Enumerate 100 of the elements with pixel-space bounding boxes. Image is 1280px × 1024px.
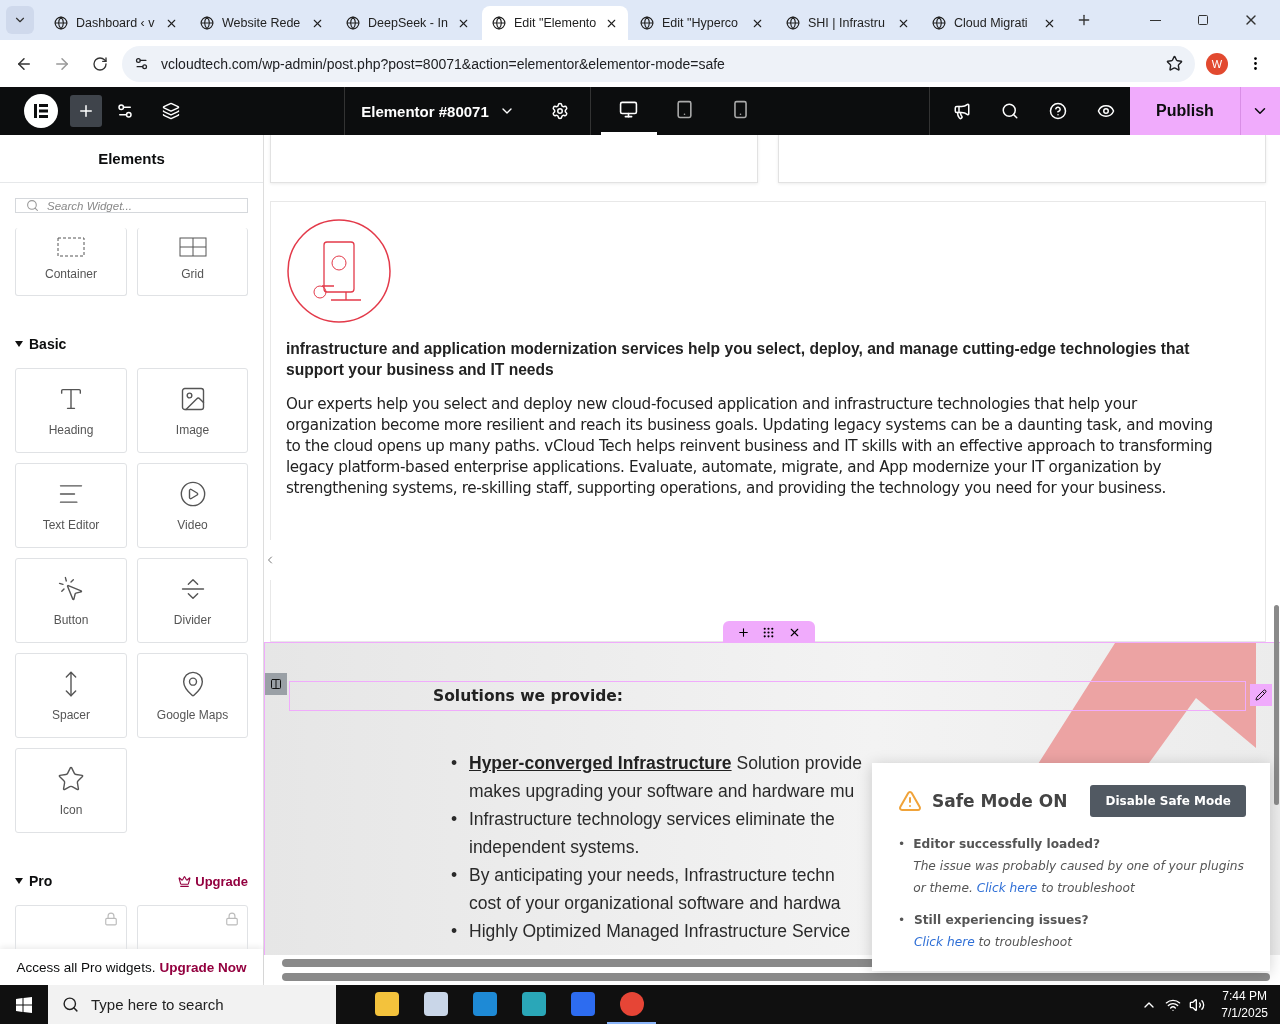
megaphone-icon: [953, 102, 971, 120]
disable-safe-mode-button[interactable]: Disable Safe Mode: [1090, 785, 1246, 817]
app-modernization-icon: [286, 218, 392, 324]
section-handle[interactable]: [723, 621, 815, 643]
plus-icon: [1076, 12, 1092, 28]
section-heading: Solutions we provide:: [433, 687, 624, 705]
button-icon: [57, 574, 85, 603]
widget-card[interactable]: Container: [15, 228, 127, 296]
globe-icon: [640, 16, 654, 30]
section-title: Basic: [29, 336, 67, 352]
lock-icon: [104, 912, 118, 926]
widget-card[interactable]: Button: [15, 558, 127, 643]
columns-icon: [270, 678, 282, 690]
panel-title: Elements: [0, 135, 263, 183]
clock[interactable]: 7:44 PM 7/1/2025: [1221, 987, 1268, 1022]
item-link[interactable]: Hyper-converged Infrastructure: [469, 753, 732, 773]
dialog-explanation: Click here to troubleshoot: [914, 934, 1074, 951]
upgrade-now-link[interactable]: Upgrade Now: [159, 959, 247, 975]
browser-tab[interactable]: Website Rede: [190, 6, 334, 40]
troubleshoot-link[interactable]: Click here: [976, 881, 1038, 895]
dialog-explanation: The issue was probably caused by one of your plugins or theme. Click here to troubleshoot: [913, 858, 1245, 897]
list-item-text: By anticipating your needs, Infrastructure techn cost of your organizational software and hardwa: [469, 864, 841, 915]
horizontal-scrollbar[interactable]: [282, 973, 1270, 981]
browser-tab[interactable]: Edit "Hyperco: [630, 6, 774, 40]
bullet: •: [451, 864, 459, 887]
add-icon[interactable]: [737, 625, 751, 639]
globe-icon: [932, 16, 946, 30]
bullet: •: [898, 913, 906, 929]
section-header[interactable]: Pro Upgrade: [15, 873, 248, 889]
heading-widget[interactable]: Solutions we provide:: [289, 681, 1246, 711]
plus-icon: [77, 102, 95, 120]
layers-icon: [162, 102, 180, 120]
section-header[interactable]: Basic: [15, 336, 248, 352]
search-icon: [62, 996, 79, 1013]
list-item-text: Hyper-converged Infrastructure Solution provide makes upgrading your software and hardware mu: [469, 752, 863, 803]
grid-icon: [178, 237, 207, 257]
list-item-text: Infrastructure technology services eliminate the independent systems.: [469, 808, 835, 859]
card-paragraph: Our experts help you select and deploy new cloud-focused application and infrastructure technologies that help your organization become more resilient and reach its business goals. Updating legacy systems can be a daunting task, and moving to the cloud opens up many paths. vCloud Tech helps reinvent business and IT skills with an effective approach to transforming legacy platform-based enterprise applications. Evaluate, automate, migrate, and App modernize your IT organization by strengthening systems, re-skilling staff, supporting operations, and providing the technology you need for your business.: [286, 394, 1214, 499]
add-element-button[interactable]: [70, 95, 102, 127]
search-icon: [26, 199, 39, 212]
widget-card[interactable]: Divider: [137, 558, 248, 643]
widget-card[interactable]: Grid: [137, 228, 248, 296]
section-title: Pro: [29, 873, 53, 889]
tablet-icon: [675, 100, 695, 119]
troubleshoot-link[interactable]: Click here: [914, 935, 975, 949]
elementor-logo[interactable]: [24, 94, 58, 128]
settings-icon: [551, 102, 570, 120]
address-bar[interactable]: vcloudtech.com/wp-admin/post.php?post=80071&action=elementor&elementor-mode=safe: [122, 45, 1195, 82]
browser-tab[interactable]: Edit "Elemento: [482, 6, 628, 40]
globe-icon: [786, 16, 800, 30]
drag-icon[interactable]: [762, 625, 776, 639]
desktop-icon: [619, 100, 639, 119]
browser-tab[interactable]: Cloud Migrati: [922, 6, 1066, 40]
edit-button[interactable]: [1250, 684, 1272, 706]
volume-icon[interactable]: [1189, 996, 1206, 1013]
widget-card[interactable]: Heading: [15, 368, 127, 453]
sliders-icon: [116, 102, 134, 120]
dialog-title: Safe Mode ON: [932, 791, 1068, 811]
bookmark-icon[interactable]: [1166, 55, 1183, 72]
site-settings-icon[interactable]: [134, 56, 149, 71]
video-icon: [178, 479, 207, 508]
banner-text: Access all Pro widgets.: [16, 959, 156, 975]
bullet: •: [451, 808, 459, 831]
widget-card[interactable]: Google Maps: [137, 653, 248, 738]
help-icon: [1049, 102, 1067, 120]
search-icon: [1001, 102, 1019, 120]
search-field[interactable]: Search Widget...: [15, 198, 248, 213]
dialog-question: Editor successfully loaded?: [913, 837, 1102, 851]
globe-icon: [54, 16, 68, 30]
profile-button[interactable]: W: [1201, 47, 1233, 80]
widget-card[interactable]: Spacer: [15, 653, 127, 738]
windows-logo-icon: [16, 996, 32, 1013]
vertical-scrollbar[interactable]: [1274, 605, 1279, 805]
eye-icon: [1097, 102, 1115, 120]
bullet: •: [898, 837, 906, 853]
globe-icon: [492, 16, 506, 30]
list-item-text: Highly Optimized Managed Infrastructure Service: [469, 920, 851, 943]
upgrade-link[interactable]: Upgrade: [178, 873, 248, 889]
reload-icon: [92, 55, 108, 72]
dialog-question: Still experiencing issues?: [914, 913, 1089, 927]
browser-tab[interactable]: DeepSeek - In: [336, 6, 480, 40]
minimize-icon: [1149, 19, 1161, 21]
url-text: vcloudtech.com/wp-admin/post.php?post=80071&action=elementor&elementor-mode=safe: [161, 55, 726, 72]
column-button[interactable]: [265, 673, 287, 695]
widget-card[interactable]: Icon: [15, 748, 127, 833]
lock-icon: [225, 912, 239, 926]
maximize-icon: [1197, 14, 1209, 26]
widget-card[interactable]: Video: [137, 463, 248, 548]
bullet: •: [451, 920, 459, 943]
taskbar-search-field[interactable]: Type here to search: [48, 985, 336, 1024]
browser-tab[interactable]: SHI | Infrastru: [776, 6, 920, 40]
bullet: •: [451, 752, 459, 775]
caret-icon: [15, 341, 23, 347]
widget-card[interactable]: Text Editor: [15, 463, 127, 548]
container-icon: [57, 237, 85, 257]
crown-icon: [178, 874, 192, 888]
publish-button[interactable]: Publish: [1130, 87, 1240, 135]
caret-icon: [15, 878, 23, 884]
widget-card[interactable]: Image: [137, 368, 248, 453]
browser-tab[interactable]: Dashboard ‹ v: [44, 6, 188, 40]
